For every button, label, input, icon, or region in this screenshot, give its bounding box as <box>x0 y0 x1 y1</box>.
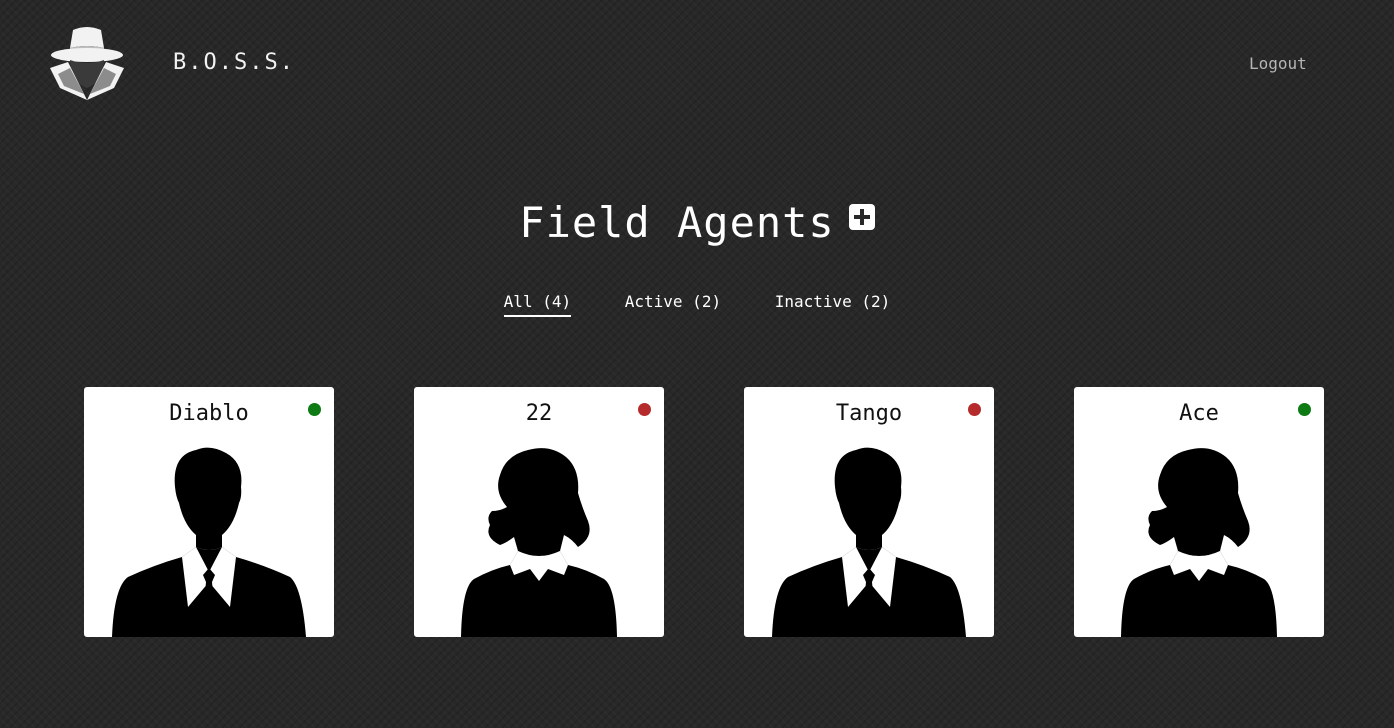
spy-logo-icon[interactable] <box>46 24 128 104</box>
add-agent-plus-icon[interactable] <box>848 203 875 230</box>
logout-link[interactable]: Logout <box>1249 54 1307 73</box>
agent-card-diablo[interactable]: Diablo <box>84 387 334 637</box>
page-title: Field Agents <box>519 198 835 247</box>
agent-name: Tango <box>835 401 903 426</box>
tab-active[interactable]: Active (2) <box>625 292 721 315</box>
female-avatar-icon <box>1121 448 1277 637</box>
agent-name: Ace <box>1179 401 1219 426</box>
status-active-icon <box>1298 403 1311 416</box>
male-avatar-icon <box>772 447 966 637</box>
tab-inactive[interactable]: Inactive (2) <box>775 292 891 315</box>
filter-tabs: All (4) Active (2) Inactive (2) <box>0 292 1394 317</box>
tab-all[interactable]: All (4) <box>503 292 572 317</box>
brand-name: B.O.S.S. <box>173 50 295 75</box>
female-avatar-icon <box>461 448 617 637</box>
agent-card-tango[interactable]: Tango <box>744 387 994 637</box>
page-title-row: Field Agents <box>0 198 1394 258</box>
status-inactive-icon <box>638 403 651 416</box>
status-inactive-icon <box>968 403 981 416</box>
agent-name: Diablo <box>169 401 249 426</box>
agent-card-22[interactable]: 22 <box>414 387 664 637</box>
status-active-icon <box>308 403 321 416</box>
agent-card-ace[interactable]: Ace <box>1074 387 1324 637</box>
agent-name: 22 <box>525 401 553 426</box>
male-avatar-icon <box>112 447 306 637</box>
